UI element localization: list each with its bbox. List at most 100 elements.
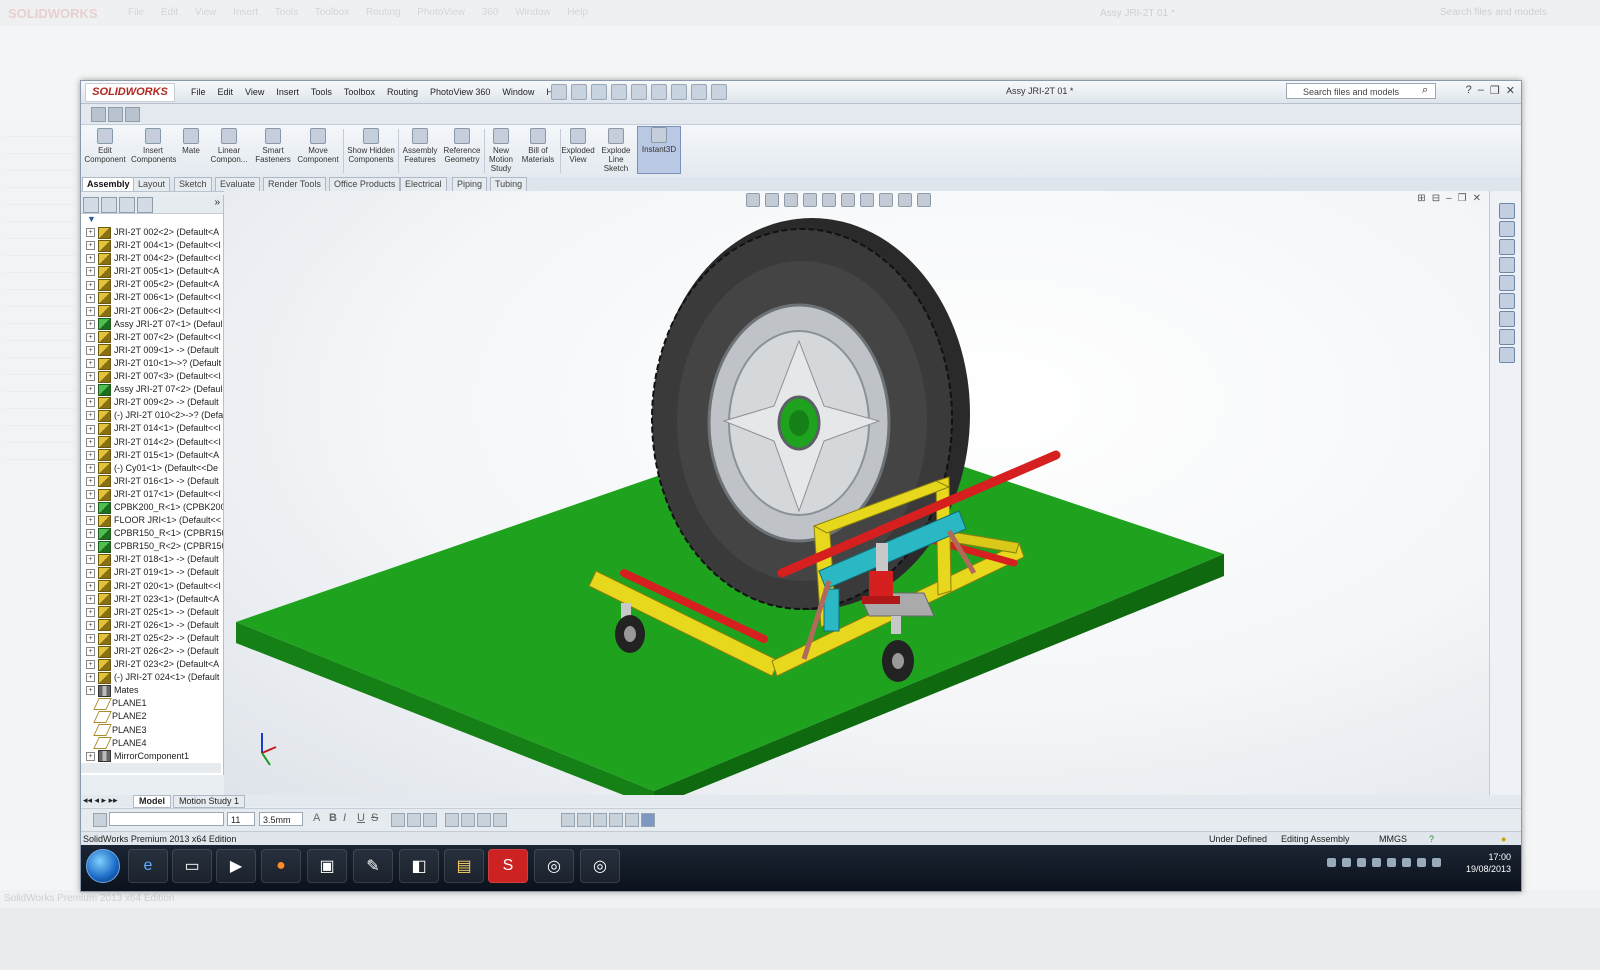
expand-icon[interactable]: +: [86, 372, 95, 382]
expand-icon[interactable]: [86, 727, 93, 734]
tab-sketch[interactable]: Sketch: [174, 177, 212, 191]
tree-node[interactable]: + JRI-2T 007<3> (Default<<I: [81, 370, 223, 383]
instant3d-button[interactable]: Instant3D: [637, 126, 681, 174]
italic-icon[interactable]: I: [343, 812, 346, 824]
folder-icon[interactable]: ▭: [172, 849, 212, 883]
tree-node[interactable]: + JRI-2T 015<1> (Default<A: [81, 449, 223, 462]
expand-icon[interactable]: +: [86, 686, 95, 696]
numbering-icon[interactable]: [461, 813, 475, 827]
edrawings-icon[interactable]: ◎: [580, 849, 620, 883]
expand-icon[interactable]: +: [86, 398, 95, 408]
tab-layout[interactable]: Layout: [133, 177, 171, 191]
tree-node[interactable]: + JRI-2T 026<1> -> (Default: [81, 619, 223, 632]
appearance-icon[interactable]: [137, 197, 153, 213]
tree-node[interactable]: + CPBR150_R<1> (CPBR150-: [81, 527, 223, 540]
bullets-icon[interactable]: [445, 813, 459, 827]
exploded-view-button[interactable]: Exploded View: [558, 128, 598, 164]
tree-node[interactable]: + JRI-2T 004<2> (Default<<I: [81, 252, 223, 265]
expand-icon[interactable]: +: [86, 319, 95, 329]
settings-icon[interactable]: [125, 107, 140, 122]
outdent-icon[interactable]: [493, 813, 507, 827]
explorer-icon[interactable]: ▤: [444, 849, 484, 883]
expand-icon[interactable]: +: [86, 450, 95, 460]
filter-icon[interactable]: ▼: [81, 214, 223, 226]
new-motion-study-button[interactable]: New Motion Study: [481, 128, 521, 173]
expand-icon[interactable]: +: [86, 437, 95, 447]
monitor-icon[interactable]: ▣: [307, 849, 347, 883]
tree-node[interactable]: + Assy JRI-2T 07<2> (Defaul: [81, 383, 223, 396]
expand-icon[interactable]: +: [86, 555, 95, 565]
tree-node[interactable]: + (-) JRI-2T 010<2>->? (Defa: [81, 409, 223, 422]
menu-view[interactable]: View: [239, 85, 270, 99]
new-icon[interactable]: [551, 84, 567, 100]
menu-window[interactable]: Window: [496, 85, 540, 99]
horizontal-scrollbar[interactable]: [81, 763, 221, 773]
active-tool-icon[interactable]: [641, 813, 655, 827]
search-icon[interactable]: ⌕: [1422, 84, 1428, 97]
strikethrough-icon[interactable]: S: [371, 812, 378, 824]
tree-node[interactable]: + (-) Cy01<1> (Default<<De: [81, 462, 223, 475]
expand-icon[interactable]: +: [86, 332, 95, 342]
expand-icon[interactable]: +: [86, 516, 95, 526]
minimize-button[interactable]: –: [1478, 84, 1484, 97]
clock[interactable]: 17:00 19/08/2013: [1466, 851, 1511, 875]
tree-node[interactable]: + JRI-2T 023<1> (Default<A: [81, 593, 223, 606]
solidworks-logo[interactable]: SOLIDWORKS: [85, 83, 175, 102]
documents-icon[interactable]: [1499, 347, 1515, 363]
tree-node[interactable]: + JRI-2T 018<1> -> (Default: [81, 553, 223, 566]
tree-node[interactable]: PLANE3: [81, 724, 223, 737]
line-color-icon[interactable]: [593, 813, 607, 827]
power-icon[interactable]: [1387, 858, 1396, 867]
expand-icon[interactable]: +: [86, 503, 95, 513]
format-icon[interactable]: [93, 813, 107, 827]
expand-icon[interactable]: +: [86, 607, 95, 617]
close-button[interactable]: ✕: [1506, 84, 1515, 97]
tab-render-tools[interactable]: Render Tools: [263, 177, 326, 191]
firefox-icon[interactable]: ●: [261, 849, 301, 883]
tree-node[interactable]: + JRI-2T 014<1> (Default<<I: [81, 422, 223, 436]
reference-geometry-button[interactable]: Reference Geometry: [440, 128, 484, 164]
solidworks-resources-icon[interactable]: [1499, 203, 1515, 219]
menu-file[interactable]: File: [185, 85, 212, 99]
print-icon[interactable]: [611, 84, 627, 100]
expand-icon[interactable]: +: [86, 647, 95, 657]
tree-node[interactable]: + JRI-2T 025<2> -> (Default: [81, 632, 223, 645]
camera-icon[interactable]: [91, 107, 106, 122]
dropbox-icon[interactable]: [1432, 858, 1441, 867]
font-name-select[interactable]: [109, 812, 224, 826]
file-properties-icon[interactable]: [691, 84, 707, 100]
expand-icon[interactable]: +: [86, 463, 95, 473]
tree-node[interactable]: + FLOOR JRI<1> (Default<<: [81, 514, 223, 527]
expand-icon[interactable]: [86, 740, 93, 747]
snap-icon[interactable]: [625, 813, 639, 827]
menu-photoview[interactable]: PhotoView 360: [424, 85, 496, 99]
expand-panel-icon[interactable]: »: [214, 197, 220, 208]
search-results-icon[interactable]: [1499, 257, 1515, 273]
help-icon[interactable]: ?: [1466, 84, 1472, 97]
rebuild-status-icon[interactable]: ●: [1501, 832, 1506, 846]
tree-node[interactable]: + CPBK200_R<1> (CPBK200-: [81, 501, 223, 514]
tab-piping[interactable]: Piping: [452, 177, 488, 191]
expand-icon[interactable]: +: [86, 345, 95, 355]
bold-icon[interactable]: B: [329, 812, 337, 824]
tree-node[interactable]: + JRI-2T 025<1> -> (Default: [81, 606, 223, 619]
feature-tree-icon[interactable]: [83, 197, 99, 213]
save-icon[interactable]: [591, 84, 607, 100]
mate-button[interactable]: Mate: [171, 128, 211, 155]
tree-node[interactable]: + MirrorComponent1: [81, 750, 223, 763]
tree-node[interactable]: + Mates: [81, 684, 223, 697]
tree-node[interactable]: + CPBR150_R<2> (CPBR150-: [81, 540, 223, 553]
tree-node[interactable]: + JRI-2T 026<2> -> (Default: [81, 645, 223, 658]
edrawings-icon[interactable]: ◎: [534, 849, 574, 883]
expand-icon[interactable]: +: [86, 490, 95, 499]
tab-model[interactable]: Model: [133, 795, 171, 808]
menu-insert[interactable]: Insert: [270, 85, 305, 99]
expand-icon[interactable]: +: [86, 228, 95, 238]
restore-button[interactable]: ❐: [1490, 84, 1500, 97]
menu-toolbox[interactable]: Toolbox: [338, 85, 381, 99]
expand-icon[interactable]: +: [86, 660, 95, 670]
expand-icon[interactable]: +: [86, 620, 95, 630]
configuration-manager-icon[interactable]: [119, 197, 135, 213]
tree-node[interactable]: + JRI-2T 007<2> (Default<<I: [81, 331, 223, 344]
expand-icon[interactable]: +: [86, 254, 95, 264]
